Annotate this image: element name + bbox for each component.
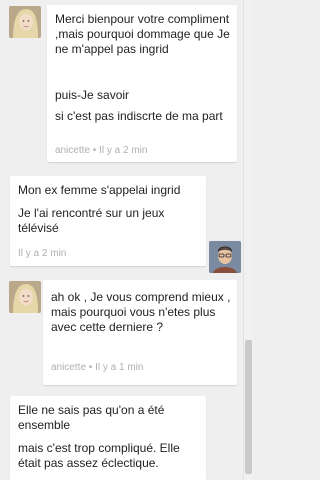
message-line: Je l'ai rencontré sur un jeux télévisé	[18, 206, 165, 235]
message-line: Mon ex femme s'appelai ingrid	[18, 183, 181, 197]
message-line: mais c'est trop compliqué. Elle était pa…	[18, 441, 180, 470]
avatar-anicette[interactable]	[9, 281, 41, 313]
message-bubble-sent: Mon ex femme s'appelai ingrid Je l'ai re…	[10, 176, 206, 266]
message-timestamp: Il y a 2 min	[18, 248, 67, 259]
message-line: ah ok , Je vous comprend mieux , mais po…	[51, 290, 231, 334]
avatar-me-image	[209, 241, 241, 273]
chat-thread: Merci bienpour votre compliment ,mais po…	[0, 0, 244, 480]
scrollbar-thumb[interactable]	[245, 340, 252, 474]
message-line: si c'est pas indiscrte de ma part	[55, 109, 223, 123]
message-bubble-sent: Elle ne sais pas qu'on a été ensemble ma…	[10, 396, 206, 480]
avatar-anicette-image	[9, 6, 41, 38]
message-line: Merci bienpour votre compliment ,mais po…	[55, 12, 230, 56]
message-line: puis-Je savoir	[55, 88, 130, 102]
message-line: Elle ne sais pas qu'on a été ensemble	[18, 403, 165, 432]
avatar-anicette[interactable]	[9, 6, 41, 38]
message-bubble-received: Merci bienpour votre compliment ,mais po…	[47, 5, 237, 162]
message-timestamp: anicette • Il y a 1 min	[51, 362, 144, 373]
message-bubble-received: ah ok , Je vous comprend mieux , mais po…	[43, 280, 237, 385]
message-timestamp: anicette • Il y a 2 min	[55, 145, 148, 156]
avatar-me[interactable]	[209, 241, 241, 273]
scrollbar[interactable]	[243, 0, 253, 480]
avatar-anicette-image	[9, 281, 41, 313]
